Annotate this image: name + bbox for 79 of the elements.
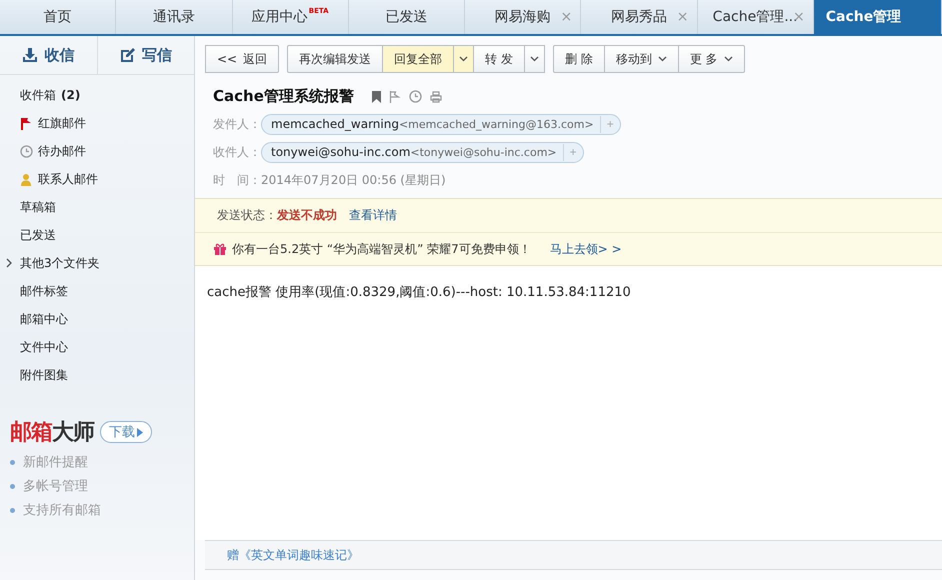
folder-item[interactable]: 草稿箱	[0, 193, 194, 221]
download-button[interactable]: 下载	[100, 421, 152, 443]
gift-icon	[213, 243, 227, 255]
unread-count: (2)	[61, 88, 80, 102]
details-link[interactable]: 查看详情	[349, 207, 397, 224]
contact-chip[interactable]: memcached_warning<memcached_warning@163.com> +	[261, 114, 621, 134]
folder-label: 文件中心	[20, 338, 68, 356]
folder-label: 附件图集	[20, 366, 68, 384]
dropdown-button[interactable]	[454, 45, 474, 73]
folder-item[interactable]: 其他3个文件夹	[0, 249, 194, 277]
bullet-icon	[10, 460, 15, 464]
chevron-icon	[5, 258, 13, 268]
folder-label: 联系人邮件	[38, 170, 98, 188]
promo-link[interactable]: 马上去领> >	[550, 240, 622, 258]
folder-item[interactable]: 收件箱 (2)	[0, 81, 194, 109]
sent-time: 2014年07月20日 00:56 (星期日)	[261, 172, 446, 188]
bullet-icon	[10, 508, 15, 512]
person-icon	[20, 172, 33, 186]
folder-item[interactable]: 已发送	[0, 221, 194, 249]
tab[interactable]: 网易秀品 ×	[581, 0, 698, 34]
folder-label: 邮箱中心	[20, 310, 68, 328]
folder-item[interactable]: 邮件标签	[0, 277, 194, 305]
caret-icon	[530, 56, 539, 62]
mail-body-text: cache报警 使用率(现值:0.8329,阈值:0.6)---host: 10.11.53.84:11210	[207, 285, 631, 300]
gift-link[interactable]: 赠《英文单词趣味速记》	[227, 546, 359, 564]
edit-icon	[120, 47, 136, 63]
mail-subject: Cache管理系统报警	[213, 87, 354, 106]
folder-label: 已发送	[20, 226, 56, 244]
tab[interactable]: 网易海购 ×	[465, 0, 582, 34]
folder-item[interactable]: 红旗邮件	[0, 109, 194, 137]
folder-label: 其他3个文件夹	[20, 254, 100, 272]
folder-label: 邮件标签	[20, 282, 68, 300]
app-logo-text: 邮箱大师	[10, 419, 94, 447]
back-button[interactable]: << 返回	[205, 45, 280, 73]
tab[interactable]: 已发送	[348, 0, 465, 34]
field-label: 收件人：	[213, 144, 261, 160]
caret-icon	[724, 56, 733, 62]
folder-item[interactable]: 附件图集	[0, 361, 194, 389]
status-value: 发送不成功	[277, 208, 337, 222]
clock-icon[interactable]	[408, 90, 422, 103]
play-icon	[137, 428, 143, 436]
menu-button[interactable]: 更 多	[678, 45, 745, 73]
folder-item[interactable]: 文件中心	[0, 333, 194, 361]
receive-button[interactable]: 收信	[0, 36, 98, 74]
folder-item[interactable]: 邮箱中心	[0, 305, 194, 333]
tab[interactable]: Cache管理	[814, 0, 942, 34]
feature-text: 新邮件提醒	[23, 454, 88, 471]
tab[interactable]: 通讯录	[116, 0, 232, 34]
bullet-icon	[10, 484, 15, 488]
folder-label: 收件箱	[20, 86, 56, 104]
contact-chip[interactable]: tonywei@sohu-inc.com<tonywei@sohu-inc.com> +	[261, 142, 584, 162]
feature-text: 多帐号管理	[23, 478, 88, 495]
folder-label: 草稿箱	[20, 198, 56, 216]
dropdown-button[interactable]	[524, 45, 545, 73]
status-label: 发送状态：	[217, 208, 277, 222]
toolbar-button[interactable]: 转 发	[474, 45, 525, 73]
tab[interactable]: Cache管理...×	[698, 0, 814, 34]
field-label: 时 间：	[213, 172, 261, 188]
download-icon	[22, 47, 38, 63]
field-label: 发件人：	[213, 116, 261, 132]
flag-icon	[20, 116, 33, 130]
caret-icon	[658, 56, 667, 62]
folder-label: 红旗邮件	[38, 114, 86, 132]
folder-item[interactable]: 联系人邮件	[0, 165, 194, 193]
clock-icon	[20, 144, 33, 158]
compose-button[interactable]: 写信	[98, 36, 194, 74]
folder-item[interactable]: 待办邮件	[0, 137, 194, 165]
bookmark-icon[interactable]	[372, 90, 381, 102]
menu-button[interactable]: 移动到	[604, 45, 679, 73]
caret-icon	[459, 56, 468, 62]
toolbar-button[interactable]: 回复全部	[383, 45, 454, 73]
printer-icon[interactable]	[430, 90, 442, 102]
feature-text: 支持所有邮箱	[23, 502, 101, 519]
flag-icon[interactable]	[388, 90, 401, 102]
promo-text: 你有一台5.2英寸 “华为高端智灵机” 荣耀7可免费申领！	[232, 240, 531, 258]
toolbar-button[interactable]: 再次编辑发送	[287, 45, 384, 73]
toolbar-button[interactable]: 删 除	[552, 45, 605, 73]
folder-label: 待办邮件	[38, 142, 86, 160]
tab[interactable]: 首页	[0, 0, 116, 34]
